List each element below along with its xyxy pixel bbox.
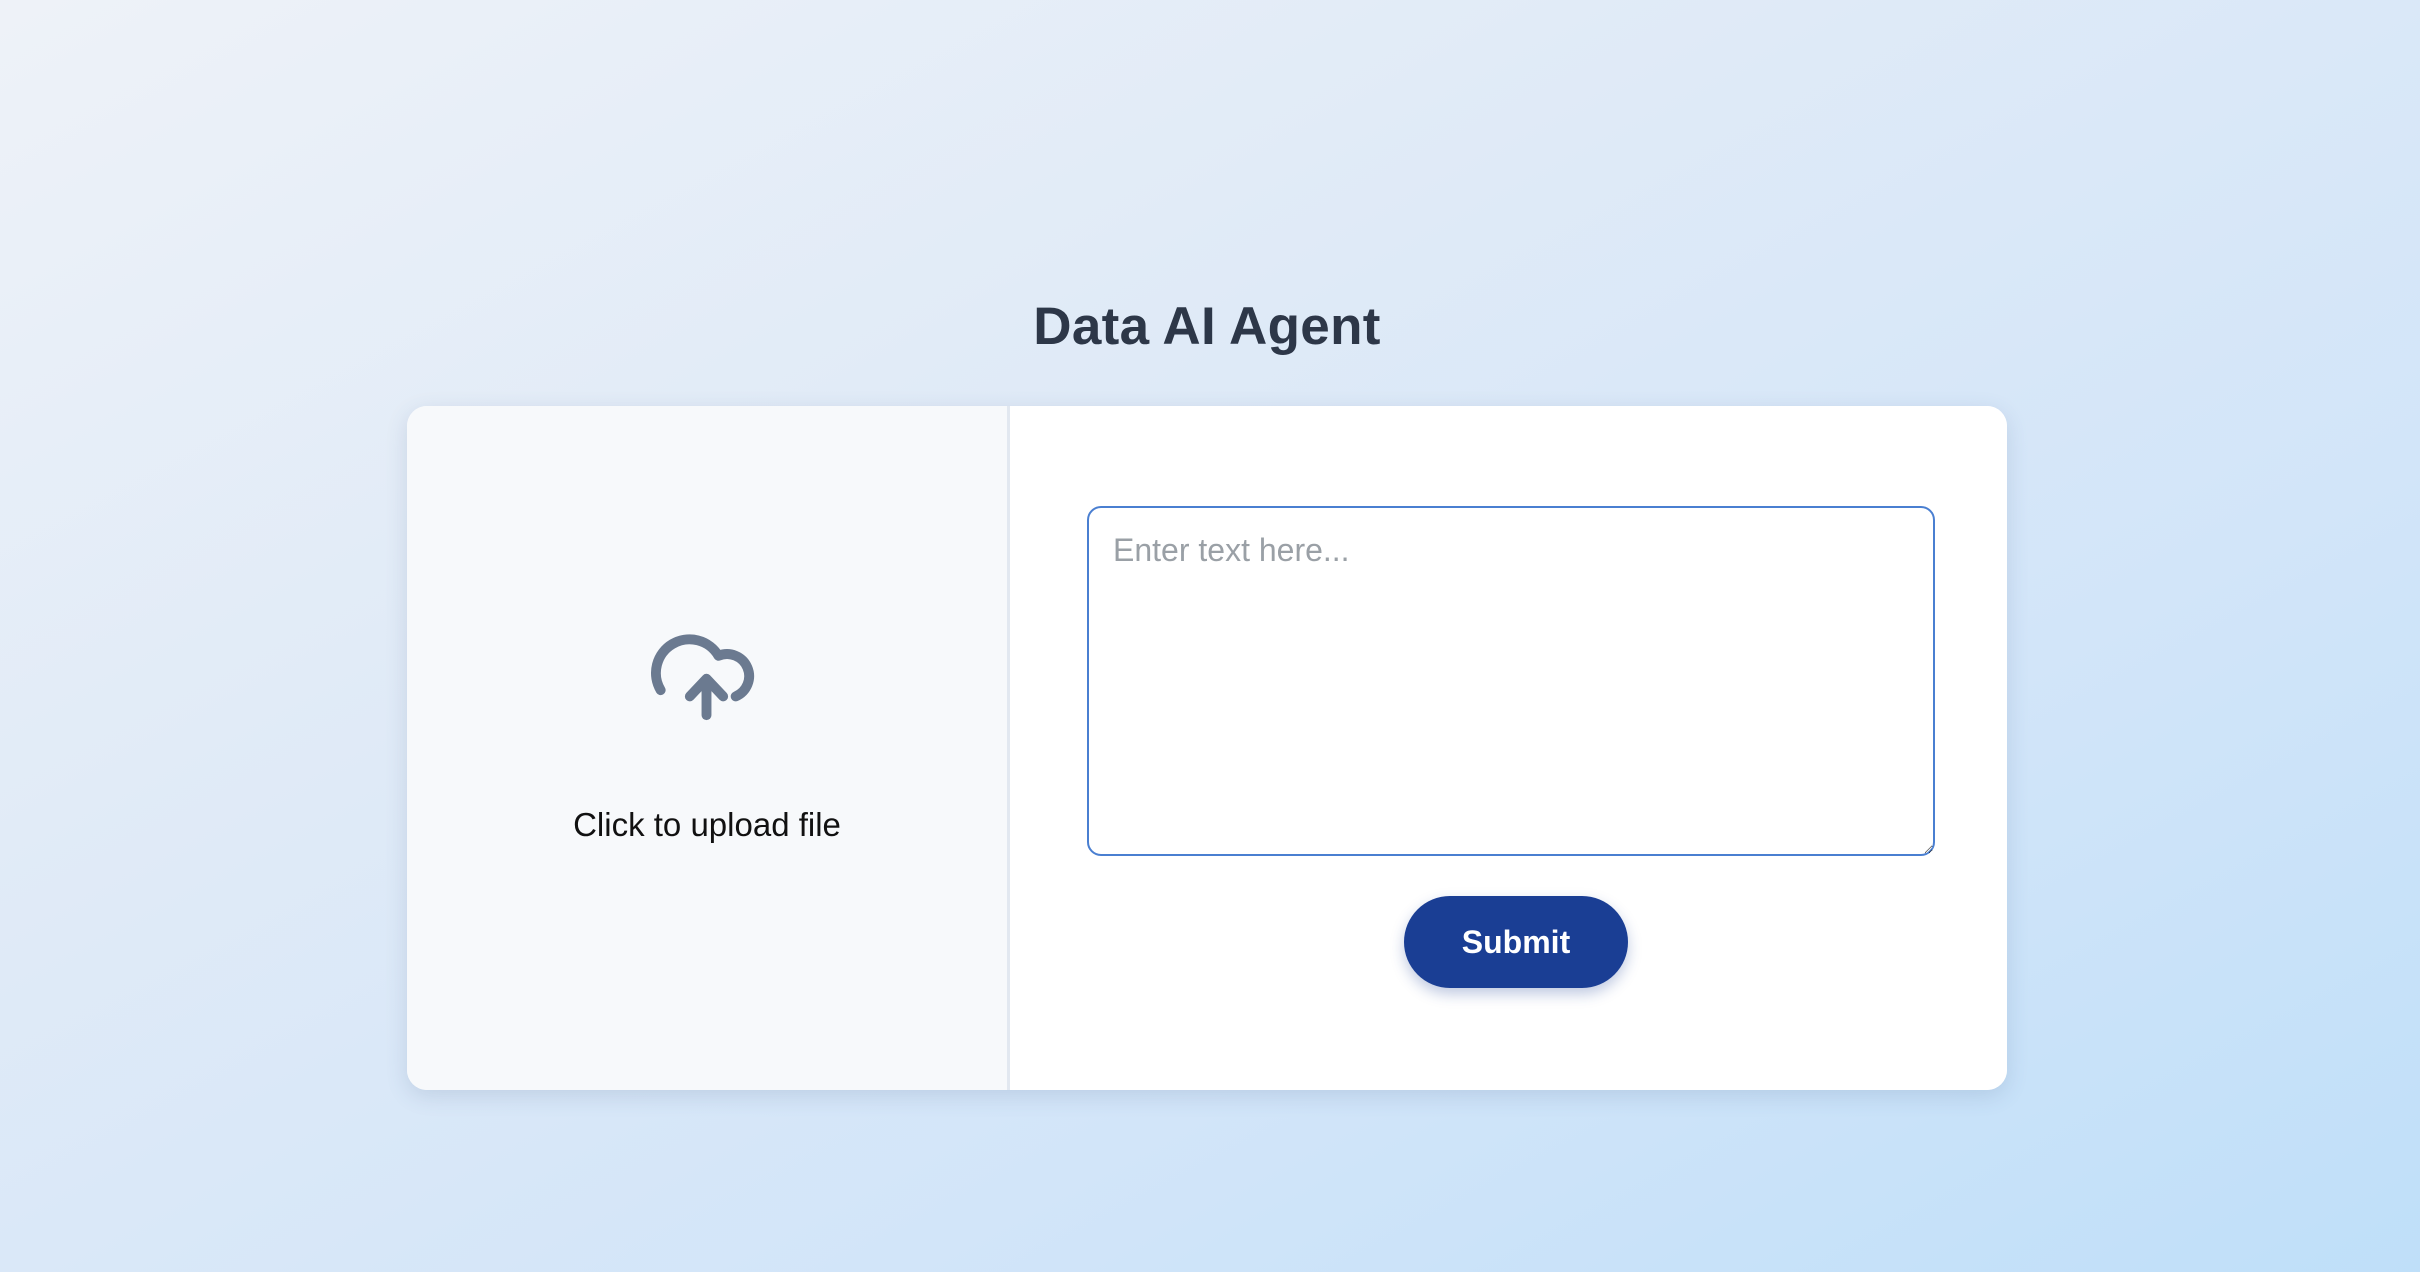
page-title: Data AI Agent	[1033, 297, 1381, 356]
cloud-upload-icon	[651, 634, 755, 721]
main-card: Click to upload file Submit	[407, 406, 2007, 1090]
file-upload-area[interactable]: Click to upload file	[407, 406, 1010, 1090]
submit-button[interactable]: Submit	[1404, 896, 1628, 988]
text-input[interactable]	[1087, 506, 1935, 856]
upload-label: Click to upload file	[573, 806, 841, 843]
text-input-panel: Submit	[1010, 406, 2007, 1090]
